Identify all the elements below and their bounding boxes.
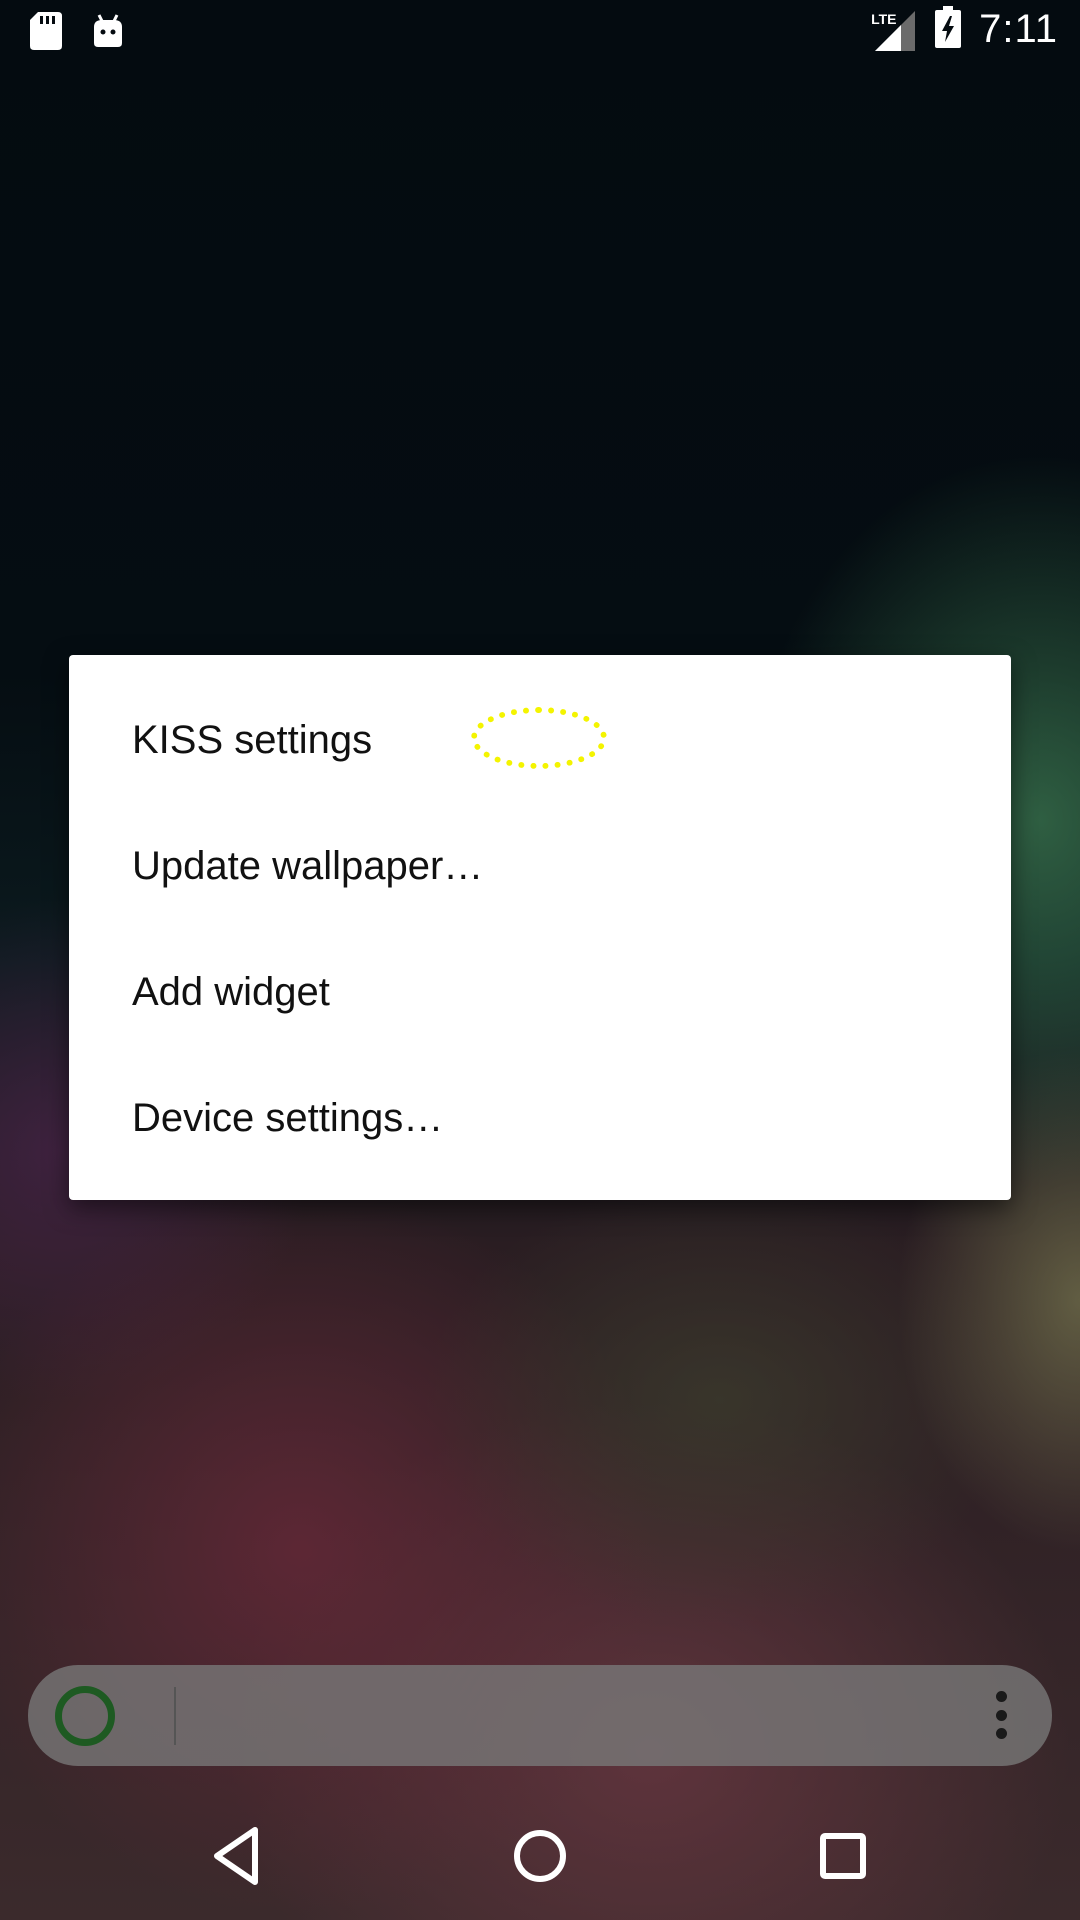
recents-icon[interactable] [807,1820,879,1892]
touch-indicator [471,707,607,769]
home-icon[interactable] [504,1820,576,1892]
menu-item-add-widget[interactable]: Add widget [69,929,1011,1055]
clock: 7:11 [979,7,1058,51]
overflow-menu-icon[interactable] [994,1691,1008,1739]
launcher-ring-icon[interactable] [55,1686,115,1746]
lte-signal-icon: LTE [871,7,917,53]
sd-card-icon [30,12,62,55]
search-input[interactable] [148,1685,988,1747]
back-icon[interactable] [201,1820,273,1892]
navigation-bar [0,1790,1080,1920]
search-bar[interactable] [28,1665,1052,1766]
android-debug-icon [92,13,124,54]
menu-item-device-settings[interactable]: Device settings… [69,1055,1011,1181]
status-bar: LTE 7:11 [0,0,1080,63]
menu-item-update-wallpaper[interactable]: Update wallpaper… [69,803,1011,929]
battery-charging-icon [935,6,962,53]
